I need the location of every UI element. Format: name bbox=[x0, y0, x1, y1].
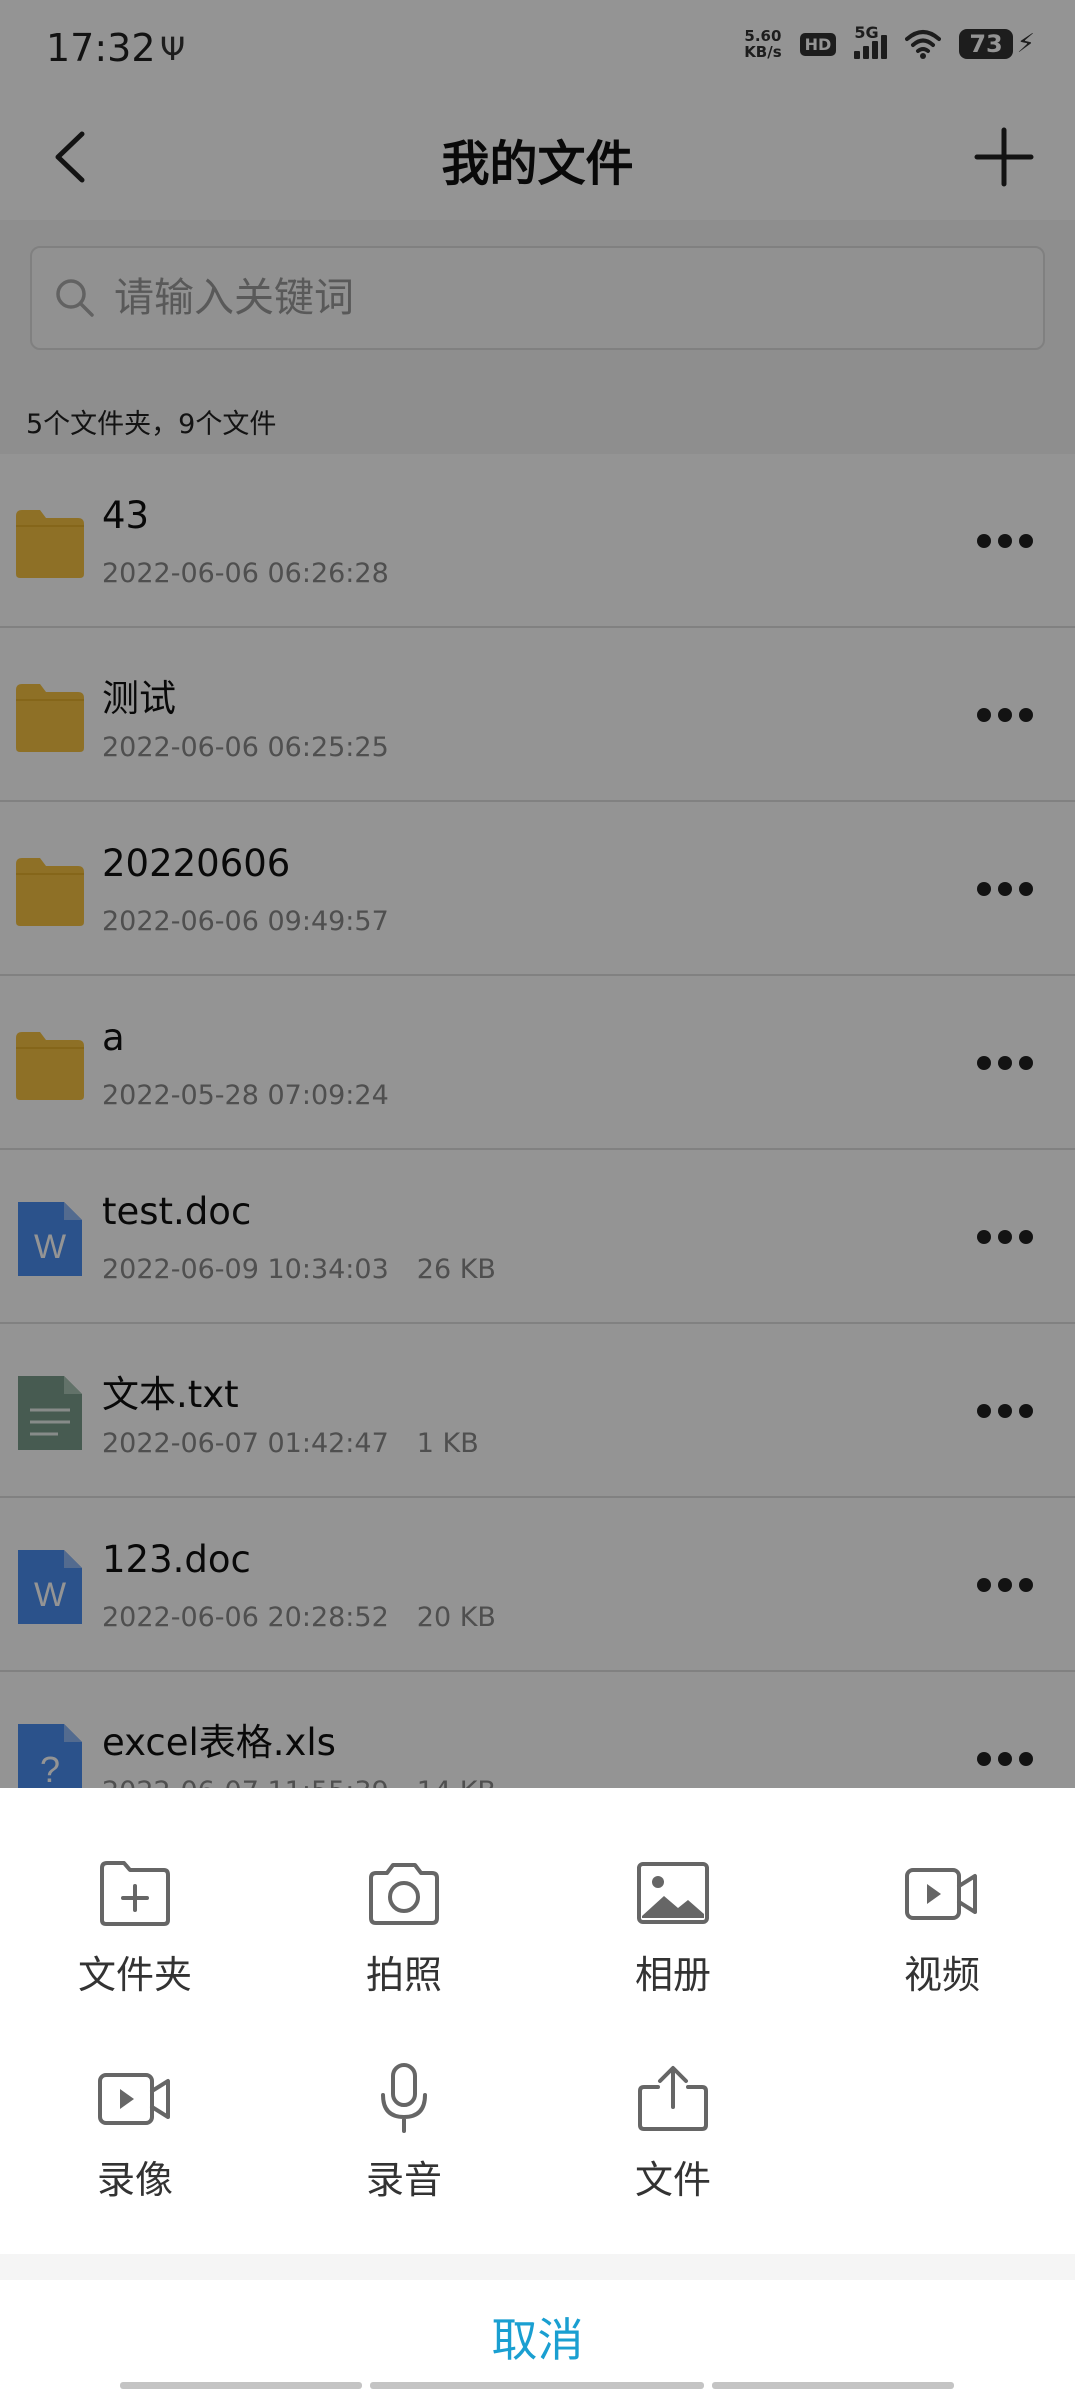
action-label: 录音 bbox=[365, 2158, 442, 2202]
action-camera-button[interactable]: 拍照 bbox=[304, 1858, 504, 2028]
action-label: 文件夹 bbox=[77, 1953, 192, 1997]
action-upload-button[interactable]: 文件 bbox=[573, 2063, 773, 2233]
action-label: 视频 bbox=[903, 1953, 980, 1997]
action-microphone-button[interactable]: 录音 bbox=[304, 2063, 504, 2233]
action-label: 文件 bbox=[634, 2158, 711, 2202]
action-record-video-button[interactable]: 录像 bbox=[35, 2063, 235, 2233]
nav-indicator-center bbox=[370, 2382, 704, 2389]
action-label: 相册 bbox=[634, 1953, 711, 1997]
action-sheet: 文件夹 拍照 相册 视频录像 录音 文件 取消 bbox=[0, 1788, 1075, 2395]
action-add-folder-button[interactable]: 文件夹 bbox=[35, 1858, 235, 2028]
cancel-button[interactable]: 取消 bbox=[0, 2280, 1075, 2395]
action-label: 录像 bbox=[96, 2158, 173, 2202]
video-icon bbox=[842, 1858, 1042, 1928]
nav-indicator-left bbox=[120, 2382, 362, 2389]
record-video-icon bbox=[35, 2063, 235, 2133]
upload-icon bbox=[573, 2063, 773, 2133]
camera-icon bbox=[304, 1858, 504, 1928]
action-image-button[interactable]: 相册 bbox=[573, 1858, 773, 2028]
nav-indicator-right bbox=[712, 2382, 954, 2389]
my-files-page: 17:32 Ψ 5.60 KB/s HD 5G 73 ⚡ 我的文件 请输入关键词… bbox=[0, 0, 1075, 2395]
microphone-icon bbox=[304, 2063, 504, 2133]
action-video-button[interactable]: 视频 bbox=[842, 1858, 1042, 2028]
image-icon bbox=[573, 1858, 773, 1928]
action-label: 拍照 bbox=[365, 1953, 442, 1997]
add-folder-icon bbox=[35, 1858, 235, 1928]
action-grid: 文件夹 拍照 相册 视频录像 录音 文件 bbox=[0, 1788, 1075, 2254]
cancel-button-label: 取消 bbox=[491, 2313, 584, 2367]
